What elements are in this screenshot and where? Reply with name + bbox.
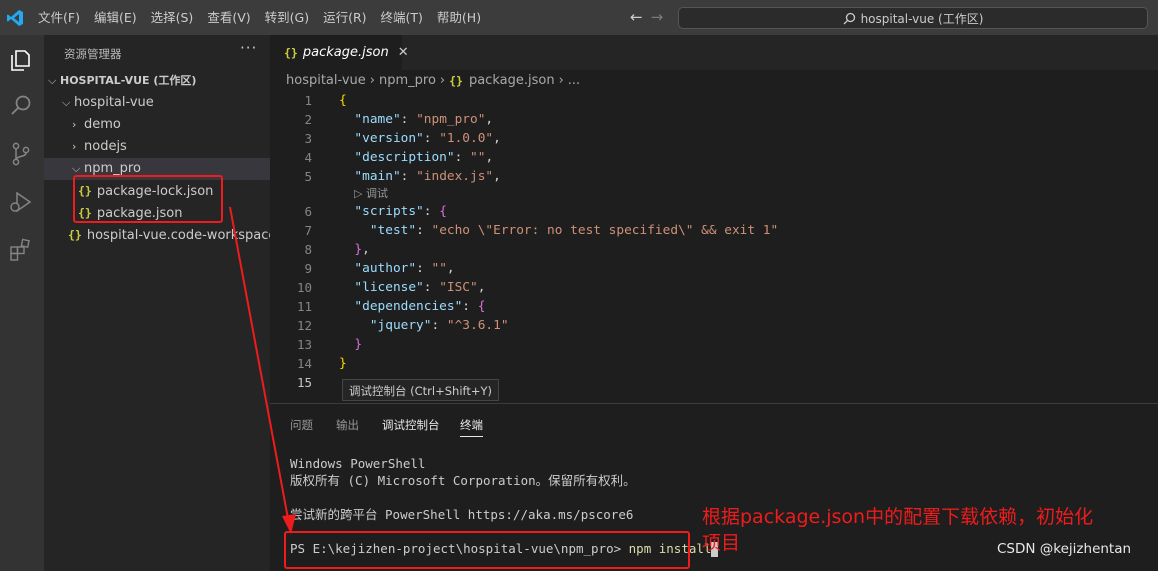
code-line: "name": "npm_pro", [354,112,494,127]
line-number: 1 [304,93,312,108]
search-icon [843,12,855,24]
terminal-line: Windows PowerShell [290,456,426,471]
command-center[interactable]: hospital-vue (工作区) [678,7,1148,29]
menu-selection[interactable]: 选择(S) [144,0,201,35]
line-number: 5 [304,169,312,184]
debug-codelens[interactable]: ▷ 调试 [354,187,388,201]
chevron-down-icon: ⌵ [62,96,71,109]
breadcrumb: hospital-vue › npm_pro › {} package.json… [286,73,580,88]
chevron-right-icon: › [439,73,446,88]
title-bar: 文件(F) 编辑(E) 选择(S) 查看(V) 转到(G) 运行(R) 终端(T… [0,0,1158,35]
code-line: { [339,93,347,108]
line-number: 8 [304,242,312,257]
line-number: 12 [296,318,312,333]
search-sidebar-icon[interactable] [8,93,34,119]
json-file-icon: {} [449,73,463,88]
code-line: "dependencies": { [354,299,486,314]
menu-file[interactable]: 文件(F) [31,0,87,35]
workspace-header[interactable]: ⌵ HOSPITAL-VUE (工作区) [44,70,270,92]
run-debug-icon[interactable] [8,189,34,215]
forward-arrow-icon[interactable]: → [651,8,664,26]
breadcrumb-item[interactable]: npm_pro [379,73,436,88]
code-line: "description": "", [354,150,494,165]
tree-item-nodejs[interactable]: › nodejs [44,136,270,158]
highlight-npm-install [284,531,690,569]
menu-bar: 文件(F) 编辑(E) 选择(S) 查看(V) 转到(G) 运行(R) 终端(T… [31,0,488,35]
tab-package-json[interactable]: {} package.json ✕ [270,35,409,70]
extensions-icon[interactable] [8,237,34,263]
chevron-down-icon: ⌵ [48,74,57,87]
explorer-sidebar: 资源管理器 ··· ⌵ HOSPITAL-VUE (工作区) ⌵ hospital-… [44,35,276,571]
tab-bar: {} package.json ✕ [270,35,1158,70]
activity-bar [0,35,44,571]
tooltip: 调试控制台 (Ctrl+Shift+Y) [342,379,500,401]
more-actions-icon[interactable]: ··· [240,39,257,57]
line-number: 7 [304,223,312,238]
line-number: 4 [304,150,312,165]
json-file-icon: {} [68,228,82,242]
breadcrumb-item[interactable]: package.json [469,73,555,88]
line-number: 11 [296,299,312,314]
terminal-line: 尝试新的跨平台 PowerShell https://aka.ms/pscore… [290,507,634,522]
tab-debug-console[interactable]: 调试控制台 [382,417,440,433]
explorer-icon[interactable] [8,47,34,73]
tree-item-demo[interactable]: › demo [44,114,270,136]
code-line: } [339,356,347,371]
menu-help[interactable]: 帮助(H) [430,0,488,35]
chevron-right-icon: › [72,118,77,131]
code-line: "main": "index.js", [354,169,501,184]
vscode-logo-icon [7,10,23,26]
code-line: }, [354,242,370,257]
menu-view[interactable]: 查看(V) [200,0,257,35]
code-line: "license": "ISC", [354,280,486,295]
watermark: CSDN @kejizhentan [997,541,1132,557]
code-line: "scripts": { [354,204,447,219]
breadcrumb-item[interactable]: ... [568,73,580,88]
code-line: "test": "echo \"Error: no test specified… [369,223,779,238]
highlight-json-files [73,175,223,223]
tab-terminal[interactable]: 终端 [460,417,483,437]
line-number: 15 [296,375,312,390]
close-icon[interactable]: ✕ [398,45,409,60]
tab-output[interactable]: 输出 [336,417,359,433]
json-file-icon: {} [284,45,298,60]
tree-item-hospital-vue[interactable]: ⌵ hospital-vue [44,92,270,114]
chevron-right-icon: › [369,73,375,88]
line-number: 14 [296,356,312,371]
explorer-title: 资源管理器 [64,47,122,61]
code-line: "jquery": "^3.6.1" [369,318,509,333]
tree-item-workspace-file[interactable]: {} hospital-vue.code-workspace [44,224,276,246]
breadcrumb-item[interactable]: hospital-vue [286,73,366,88]
code-line: "author": "", [354,261,455,276]
line-number: 13 [296,337,312,352]
line-number: 9 [304,261,312,276]
code-line: "version": "1.0.0", [354,131,501,146]
line-number: 6 [304,204,312,219]
panel-divider [270,403,1158,404]
chevron-right-icon: › [72,140,77,153]
command-center-label: hospital-vue (工作区) [860,11,984,26]
menu-terminal[interactable]: 终端(T) [374,0,430,35]
back-arrow-icon[interactable]: ← [630,8,643,26]
line-number: 3 [304,131,312,146]
source-control-icon[interactable] [8,141,34,167]
nav-arrows: ← → [630,8,663,26]
tab-label: package.json [302,45,389,60]
menu-go[interactable]: 转到(G) [258,0,316,35]
menu-edit[interactable]: 编辑(E) [87,0,144,35]
line-number: 2 [304,112,312,127]
terminal-line: 版权所有 (C) Microsoft Corporation。保留所有权利。 [290,473,636,488]
code-line: } [354,337,363,352]
editor-area: {} package.json ✕ hospital-vue › npm_pro… [270,35,1158,571]
chevron-right-icon: › [558,73,564,88]
line-number: 10 [296,280,312,295]
tab-problems[interactable]: 问题 [290,417,313,433]
menu-run[interactable]: 运行(R) [316,0,373,35]
